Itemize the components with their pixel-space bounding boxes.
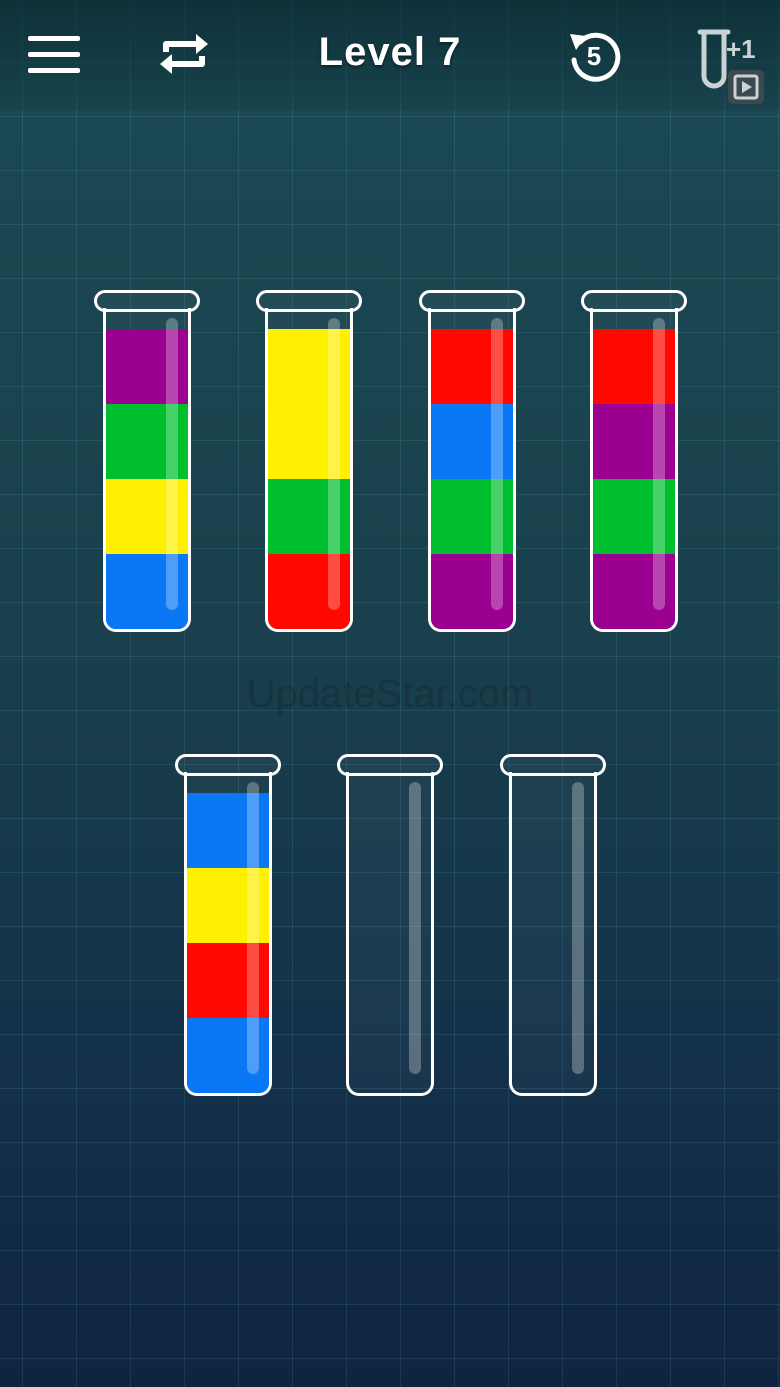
tube-body	[184, 772, 272, 1096]
glass-shine	[247, 782, 259, 1074]
tube-body	[590, 308, 678, 632]
tube-4[interactable]	[581, 290, 687, 632]
tube-3[interactable]	[419, 290, 525, 632]
glass-shine	[572, 782, 584, 1074]
glass-shine	[409, 782, 421, 1074]
watermark: UpdateStar.com	[246, 672, 534, 716]
tube-7[interactable]	[500, 754, 606, 1096]
tube-body	[428, 308, 516, 632]
glass-shine	[328, 318, 340, 610]
tube-body	[346, 772, 434, 1096]
glass-shine	[653, 318, 665, 610]
tube-6[interactable]	[337, 754, 443, 1096]
glass-shine	[491, 318, 503, 610]
tube-1[interactable]	[94, 290, 200, 632]
top-bar: Level 7 5 +1	[0, 0, 780, 110]
undo-count: 5	[586, 41, 602, 71]
play-video-icon	[733, 74, 759, 100]
undo-button[interactable]: 5	[562, 22, 626, 86]
add-tube-label: +1	[726, 34, 756, 64]
video-ad-badge	[728, 70, 764, 104]
tube-5[interactable]	[175, 754, 281, 1096]
tube-body	[103, 308, 191, 632]
add-tube-button[interactable]: +1	[690, 18, 770, 108]
tube-body	[509, 772, 597, 1096]
tube-body	[265, 308, 353, 632]
glass-shine	[166, 318, 178, 610]
level-title: Level 7	[318, 30, 462, 74]
tube-2[interactable]	[256, 290, 362, 632]
